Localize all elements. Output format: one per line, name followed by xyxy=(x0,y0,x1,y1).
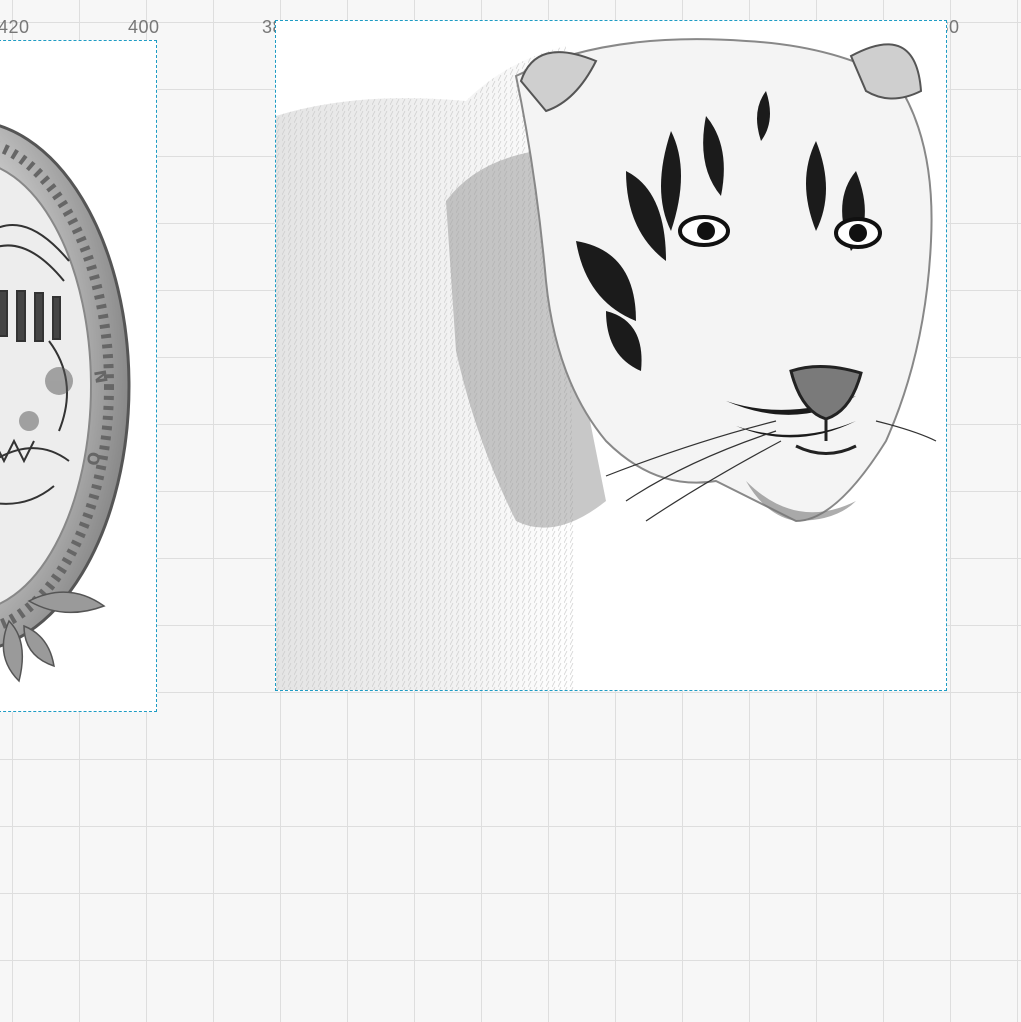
ruler-tick-label: 420 xyxy=(0,17,30,37)
design-canvas[interactable]: 420 400 380 360 340 320 300 280 xyxy=(0,0,1021,1022)
engraved-coin-image: N O xyxy=(0,124,131,683)
coin-engraving-artboard[interactable]: N O xyxy=(0,40,157,712)
ruler-tick-label: 400 xyxy=(128,17,160,37)
tiger-sketch-artboard[interactable] xyxy=(275,20,947,691)
tiger-sketch-image xyxy=(276,38,937,690)
